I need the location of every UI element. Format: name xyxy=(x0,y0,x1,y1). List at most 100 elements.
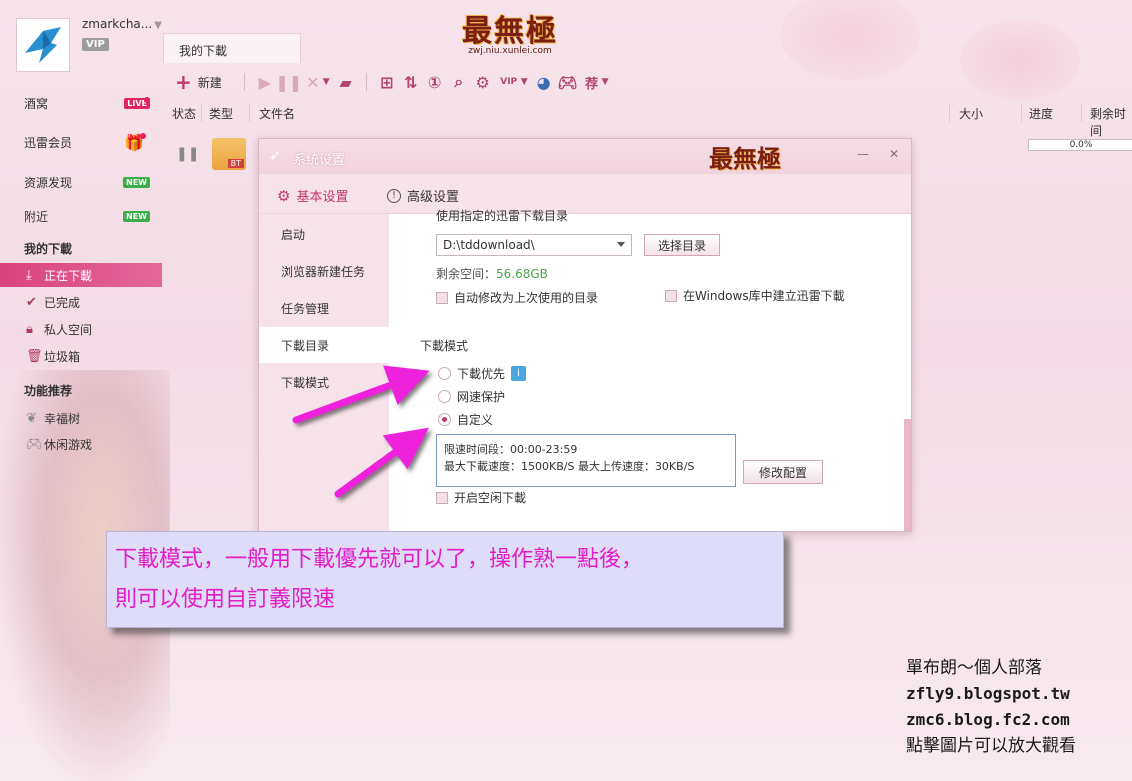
windows-library-checkbox[interactable]: 在Windows库中建立迅雷下載 xyxy=(665,287,845,304)
column-remaining[interactable]: 剩余时间 xyxy=(1090,105,1132,139)
radio-custom[interactable]: 自定义 xyxy=(438,411,493,428)
gamepad-icon: 🎮︎ xyxy=(26,436,43,452)
annotation-line-2: 則可以使用自訂義限速 xyxy=(115,587,336,612)
scrollbar-thumb[interactable] xyxy=(904,419,911,531)
credit-hint: 點擊圖片可以放大觀看 xyxy=(906,736,1076,756)
leaf-icon: ❦ xyxy=(26,410,37,426)
avatar[interactable] xyxy=(16,18,70,72)
pause-icon[interactable]: ❚❚ xyxy=(176,146,199,162)
sidebar-item-happy-tree[interactable]: ❦ 幸福树 xyxy=(0,406,162,430)
gamepad-icon[interactable]: 🎮︎ xyxy=(556,70,580,94)
column-filename[interactable]: 文件名 xyxy=(259,105,295,122)
close-icon[interactable]: ✕ xyxy=(889,147,899,161)
nav-download-dir[interactable]: 下載目录 xyxy=(259,327,389,363)
sidebar-item-private-space[interactable]: 🔒︎ 私人空间 xyxy=(0,317,162,341)
sidebar-item-downloading[interactable]: ⤓ 正在下載 xyxy=(0,263,162,287)
vip-icon[interactable]: VIP xyxy=(495,70,523,94)
sidebar: zmarkcha... ▼ VIP 酒窝 LIVE 迅雷会员 🎁 资源发现 NEW… xyxy=(0,0,162,781)
choose-dir-button[interactable]: 选择目录 xyxy=(644,234,720,256)
radio-speed-protect[interactable]: 网速保护 xyxy=(438,388,505,405)
new-badge: NEW xyxy=(123,176,150,188)
sidebar-item-label: 休闲游戏 xyxy=(44,437,93,452)
sidebar-item-trash[interactable]: 🗑︎ 垃圾箱 xyxy=(0,344,162,368)
column-headers: 状态 类型 文件名 大小 进度 剩余时间 xyxy=(163,100,1132,138)
dialog-titlebar[interactable]: ➶ 系统设置 最無極 — ✕ xyxy=(259,139,911,174)
auto-modify-checkbox[interactable]: 自动修改为上次使用的目录 xyxy=(436,289,598,306)
annotation-line-1: 下載模式，一般用下載優先就可以了，操作熟一點後， xyxy=(115,547,644,572)
credit-url-1: zfly9.blogspot.tw xyxy=(906,684,1070,703)
delete-icon[interactable]: ✕ xyxy=(301,70,325,94)
nav-browser-tasks[interactable]: 浏览器新建任务 xyxy=(259,253,389,289)
recommend-icon[interactable]: 荐 xyxy=(580,70,604,94)
bt-file-icon: BT xyxy=(212,138,246,170)
search-icon[interactable]: ⌕ xyxy=(447,70,471,94)
download-mode-title: 下載模式 xyxy=(420,339,469,353)
gear-icon: ⚙ xyxy=(277,186,291,205)
username[interactable]: zmarkcha... ▼ xyxy=(82,17,162,31)
sidebar-item-label: 资源发现 xyxy=(24,175,73,190)
idle-download-checkbox[interactable]: 开启空闲下載 xyxy=(436,489,526,506)
section-features: 功能推荐 xyxy=(24,383,73,398)
minimize-icon[interactable]: — xyxy=(857,147,869,161)
pause-icon[interactable]: ❚❚ xyxy=(275,70,302,94)
settings-content: 使用指定的迅雷下载目录 D:\tddownload\ 选择目录 剩余空间：56.… xyxy=(389,209,911,531)
info-icon[interactable]: i xyxy=(511,366,527,381)
start-icon[interactable]: ▶ xyxy=(253,70,277,94)
scrollbar[interactable] xyxy=(903,214,911,531)
column-status[interactable]: 状态 xyxy=(172,105,196,122)
chevron-down-icon[interactable]: ▼ xyxy=(521,77,528,87)
sidebar-item-nearby[interactable]: 附近 NEW xyxy=(0,204,162,228)
dir-option-label: 使用指定的迅雷下载目录 xyxy=(436,209,569,223)
nav-download-mode[interactable]: 下載模式 xyxy=(259,364,389,400)
sidebar-item-membership[interactable]: 迅雷会员 🎁 xyxy=(0,130,162,154)
toolbar: + 新建 ▶ ❚❚ ✕ ▼ ▰ ⊞ ⇅ ① ⌕ ⚙ VIP ▼ ◕ 🎮︎ 荐 ▼ xyxy=(163,64,1132,100)
download-dir-select[interactable]: D:\tddownload\ xyxy=(436,234,632,256)
tab-basic-settings[interactable]: ⚙ 基本设置 xyxy=(277,186,348,206)
blog-credits: 單布朗～個人部落 zfly9.blogspot.tw zmc6.blog.fc2… xyxy=(906,655,1076,759)
new-task-button[interactable]: + 新建 xyxy=(175,72,222,92)
sort-icon[interactable]: ⇅ xyxy=(399,70,423,94)
sidebar-item-resources[interactable]: 资源发现 NEW xyxy=(0,170,162,194)
tab-my-downloads[interactable]: 我的下載 xyxy=(163,33,301,63)
modify-config-button[interactable]: 修改配置 xyxy=(743,460,823,484)
thunder-bird-icon: ➶ xyxy=(269,148,281,164)
sidebar-item-label: 已完成 xyxy=(44,295,81,310)
section-my-downloads: 我的下載 xyxy=(24,241,73,256)
check-icon: ✔ xyxy=(26,294,37,310)
tab-advanced-settings[interactable]: ! 高级设置 xyxy=(387,186,459,205)
sidebar-item-label: 附近 xyxy=(24,209,49,224)
chevron-down-icon xyxy=(617,242,625,247)
alert-icon: ! xyxy=(387,188,401,203)
sidebar-item-casual-games[interactable]: 🎮︎ 休闲游戏 xyxy=(0,432,162,456)
grid-view-icon[interactable]: ⊞ xyxy=(375,70,399,94)
sidebar-item-wine-nest[interactable]: 酒窝 LIVE xyxy=(0,91,162,115)
nav-startup[interactable]: 启动 xyxy=(259,216,389,252)
nav-task-management[interactable]: 任务管理 xyxy=(259,290,389,326)
mascot-icon[interactable]: ◕ xyxy=(532,70,556,94)
sidebar-item-label: 幸福树 xyxy=(44,411,81,426)
progress-bar: 0.0% xyxy=(1028,139,1132,151)
sidebar-item-label: 私人空间 xyxy=(44,322,93,337)
sidebar-item-label: 迅雷会员 xyxy=(24,135,73,150)
free-space: 剩余空间：56.68GB xyxy=(436,267,548,281)
notification-dot xyxy=(140,133,146,139)
radio-download-priority[interactable]: 下載优先 i xyxy=(438,365,527,382)
column-type[interactable]: 类型 xyxy=(209,105,233,122)
chevron-down-icon[interactable]: ▼ xyxy=(323,77,330,87)
folder-icon[interactable]: ▰ xyxy=(334,70,358,94)
game-logo: 最無極 xyxy=(709,144,781,173)
sidebar-item-label: 垃圾箱 xyxy=(44,349,81,364)
chevron-down-icon[interactable]: ▼ xyxy=(602,77,609,87)
game-logo: 最無極 zwj.niu.xunlei.com xyxy=(462,14,558,56)
sidebar-item-completed[interactable]: ✔ 已完成 xyxy=(0,290,162,314)
settings-dialog: ➶ 系统设置 最無極 — ✕ ⚙ 基本设置 ! 高级设置 启动 浏览器新建任务 … xyxy=(258,138,912,532)
one-icon[interactable]: ① xyxy=(423,70,447,94)
notification-dot xyxy=(144,97,150,103)
trash-icon: 🗑︎ xyxy=(26,348,43,364)
column-size[interactable]: 大小 xyxy=(959,105,983,122)
plus-icon: + xyxy=(175,70,192,94)
thunder-bird-icon xyxy=(25,27,61,63)
toolbar-divider xyxy=(243,73,245,91)
column-progress[interactable]: 进度 xyxy=(1029,105,1053,122)
gear-icon[interactable]: ⚙ xyxy=(471,70,495,94)
